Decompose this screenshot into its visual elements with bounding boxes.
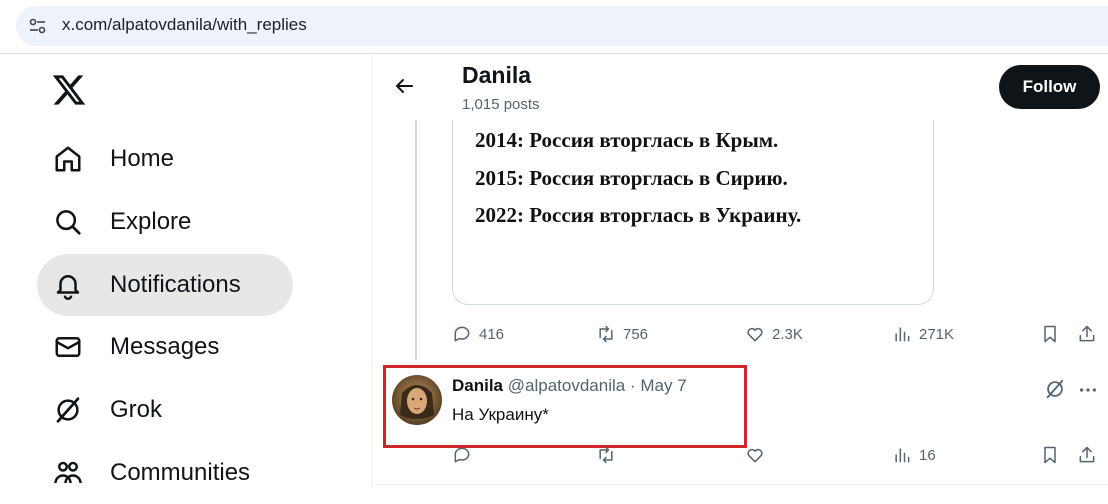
communities-icon bbox=[51, 456, 85, 490]
separator-dot: · bbox=[629, 376, 636, 395]
nav-item-explore[interactable]: Explore bbox=[37, 191, 191, 253]
url-text[interactable]: x.com/alpatovdanila/with_replies bbox=[62, 15, 307, 35]
heart-icon bbox=[747, 327, 763, 342]
more-options-icon[interactable] bbox=[1077, 379, 1099, 401]
divider bbox=[372, 484, 1108, 485]
media-text-line: 2022: Россия вторглась в Украину. bbox=[475, 203, 802, 227]
reply-icon bbox=[454, 447, 470, 463]
author-handle[interactable]: @alpatovdanila bbox=[508, 376, 625, 395]
like-button[interactable] bbox=[745, 440, 765, 470]
repost-button[interactable]: 756 bbox=[596, 319, 648, 349]
like-button[interactable]: 2.3K bbox=[745, 319, 803, 349]
nav-item-notifications[interactable]: Notifications bbox=[37, 254, 293, 316]
home-icon bbox=[51, 142, 85, 176]
share-icon bbox=[1079, 325, 1095, 342]
views-button[interactable]: 16 bbox=[892, 440, 936, 470]
share-button[interactable] bbox=[1077, 319, 1097, 349]
nav-item-messages[interactable]: Messages bbox=[37, 316, 219, 378]
thread-connector bbox=[415, 120, 417, 360]
media-text-line: 2014: Россия вторглась в Крым. bbox=[475, 128, 779, 152]
bookmark-icon bbox=[1044, 325, 1056, 343]
bookmark-button[interactable] bbox=[1040, 319, 1060, 349]
grok-icon[interactable] bbox=[1044, 378, 1066, 400]
repost-button[interactable] bbox=[596, 440, 616, 470]
mail-icon bbox=[51, 330, 85, 364]
avatar[interactable] bbox=[392, 375, 442, 425]
main-timeline: 2014: Россия вторглась в Крым. 2015: Рос… bbox=[372, 54, 1108, 489]
views-count: 271K bbox=[919, 325, 955, 343]
reply-button[interactable]: 416 bbox=[452, 319, 504, 349]
reply-post-actions: 16 bbox=[452, 440, 1108, 470]
repost-icon bbox=[599, 325, 613, 343]
nav-item-grok[interactable]: Grok bbox=[37, 379, 162, 441]
repost-icon bbox=[599, 446, 613, 464]
bell-icon bbox=[51, 268, 85, 302]
views-icon bbox=[895, 448, 910, 463]
views-count: 16 bbox=[919, 446, 936, 464]
reply-meta: Danila @alpatovdanila · May 7 bbox=[452, 376, 687, 396]
media-text-line: 2015: Россия вторглась в Сирию. bbox=[475, 166, 788, 190]
post-actions: 416 756 2.3K 271K bbox=[452, 319, 1108, 349]
search-icon bbox=[51, 205, 85, 239]
back-arrow-icon[interactable] bbox=[392, 74, 416, 98]
site-settings-icon[interactable] bbox=[26, 14, 50, 38]
heart-icon bbox=[747, 448, 763, 463]
post-date[interactable]: May 7 bbox=[640, 376, 686, 395]
browser-address-bar: x.com/alpatovdanila/with_replies bbox=[0, 0, 1108, 54]
nav-label-grok: Grok bbox=[110, 396, 163, 423]
reply-count: 416 bbox=[479, 325, 505, 343]
nav-label-communities: Communities bbox=[110, 459, 251, 486]
profile-header: Danila 1,015 posts Follow bbox=[372, 54, 1108, 120]
post-count: 1,015 posts bbox=[462, 96, 540, 113]
reply-button[interactable] bbox=[452, 440, 472, 470]
share-button[interactable] bbox=[1077, 440, 1097, 470]
share-icon bbox=[1079, 446, 1095, 463]
views-icon bbox=[895, 327, 910, 342]
nav-item-communities[interactable]: Communities bbox=[37, 442, 250, 504]
author-name[interactable]: Danila bbox=[452, 376, 503, 395]
nav-label-explore: Explore bbox=[110, 208, 192, 235]
repost-count: 756 bbox=[623, 325, 649, 343]
nav-item-home[interactable]: Home bbox=[37, 128, 174, 190]
nav-label-messages: Messages bbox=[110, 333, 220, 360]
grok-icon bbox=[51, 393, 85, 427]
follow-button[interactable]: Follow bbox=[999, 65, 1100, 109]
reply-text: На Украину* bbox=[452, 405, 549, 424]
x-logo-icon[interactable] bbox=[50, 72, 88, 108]
profile-name: Danila bbox=[462, 62, 532, 88]
post-media-card[interactable]: 2014: Россия вторглась в Крым. 2015: Рос… bbox=[452, 104, 934, 305]
nav-label-notifications: Notifications bbox=[110, 271, 241, 298]
like-count: 2.3K bbox=[772, 325, 803, 343]
bookmark-icon bbox=[1044, 446, 1056, 464]
views-button[interactable]: 271K bbox=[892, 319, 954, 349]
nav-label-home: Home bbox=[110, 145, 175, 172]
reply-icon bbox=[454, 326, 470, 342]
bookmark-button[interactable] bbox=[1040, 440, 1060, 470]
